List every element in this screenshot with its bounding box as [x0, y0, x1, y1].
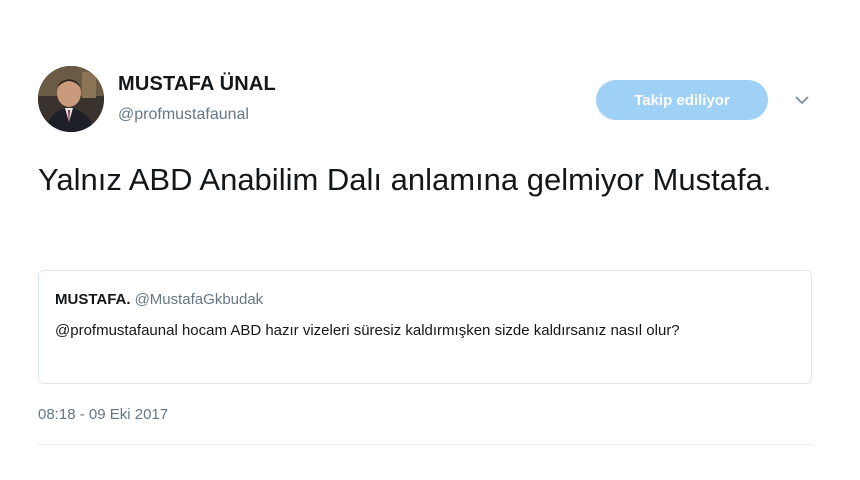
- following-button[interactable]: Takip ediliyor: [596, 80, 768, 120]
- author-handle[interactable]: @profmustafaunal: [118, 106, 249, 124]
- tweet-text: Yalnız ABD Anabilim Dalı anlamına gelmiy…: [38, 162, 772, 197]
- quoted-tweet-text: @profmustafaunal hocam ABD hazır vizeler…: [55, 322, 680, 339]
- chevron-down-icon[interactable]: [790, 88, 814, 112]
- quoted-tweet-header: MUSTAFA. @MustafaGkbudak: [55, 291, 263, 308]
- tweet-timestamp[interactable]: 08:18 - 09 Eki 2017: [38, 406, 168, 423]
- avatar[interactable]: [38, 66, 104, 132]
- quoted-author-handle: @MustafaGkbudak: [134, 291, 264, 308]
- author-display-name[interactable]: MUSTAFA ÜNAL: [118, 73, 276, 96]
- divider: [38, 444, 812, 445]
- quoted-tweet[interactable]: MUSTAFA. @MustafaGkbudak @profmustafaunal…: [38, 270, 812, 384]
- tweet-card: MUSTAFA ÜNAL @profmustafaunal Takip edil…: [0, 0, 860, 480]
- profile-photo-icon: [38, 66, 104, 132]
- quoted-author-name: MUSTAFA.: [55, 291, 131, 308]
